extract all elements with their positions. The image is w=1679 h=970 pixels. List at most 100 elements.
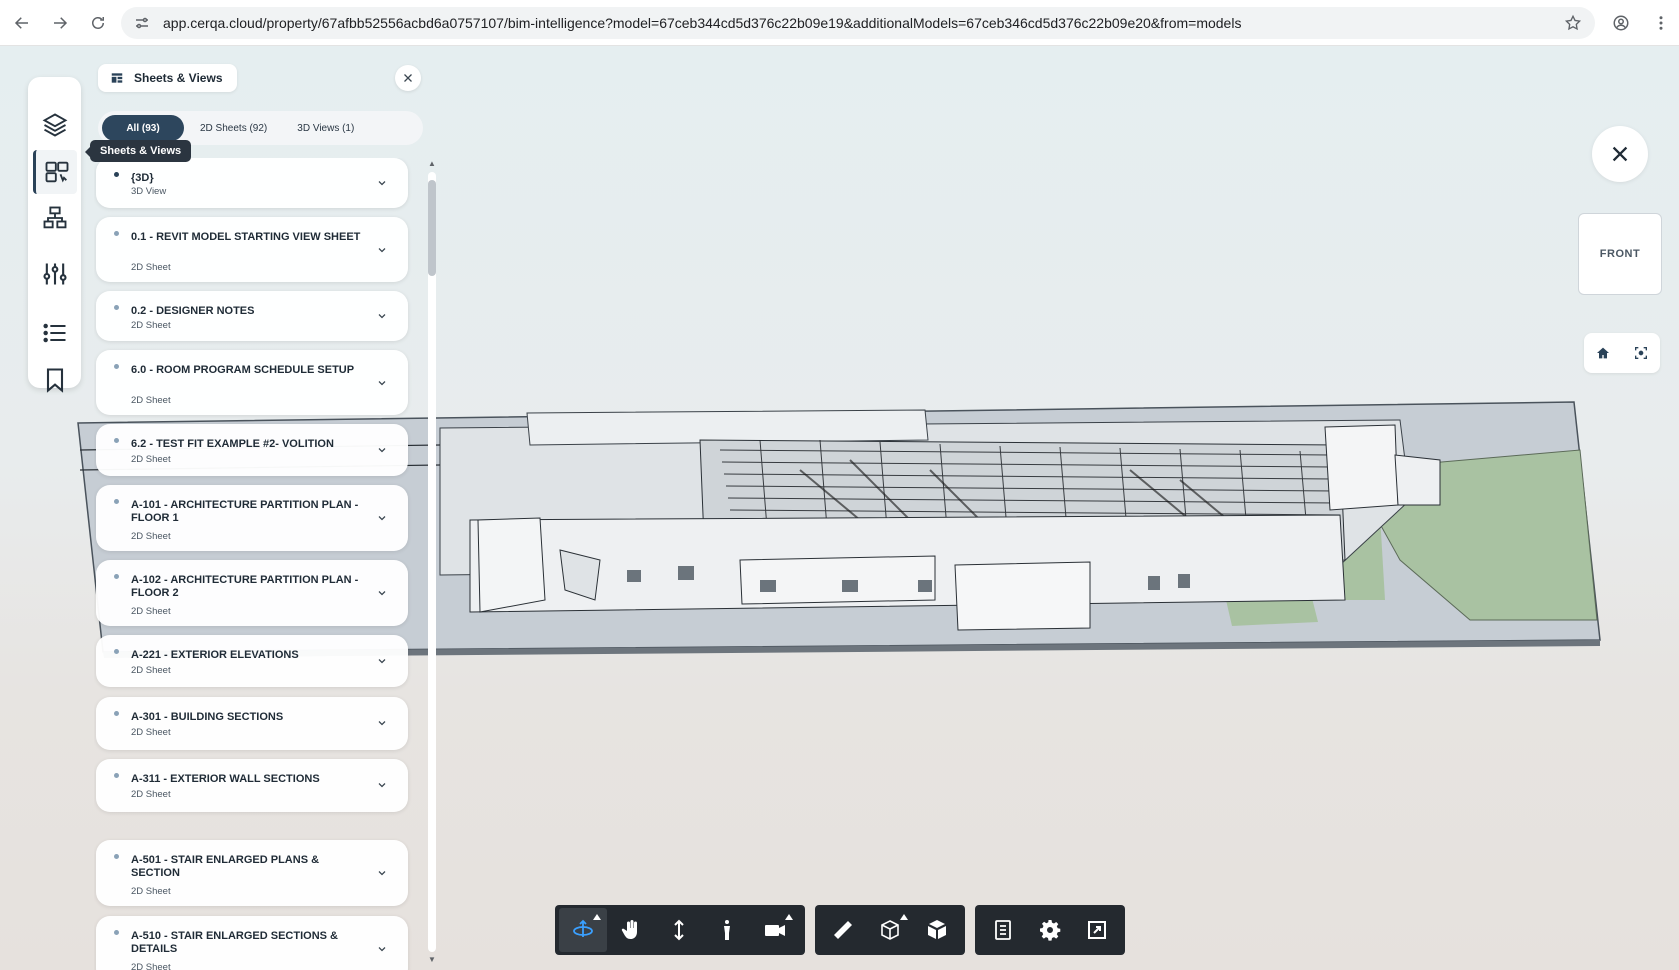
model-browser-button[interactable] (979, 908, 1026, 952)
list-item[interactable]: A-101 - ARCHITECTURE PARTITION PLAN - FL… (96, 485, 408, 551)
list-button[interactable] (33, 311, 77, 355)
fit-to-view-icon[interactable] (1632, 344, 1650, 362)
sliders-icon (43, 263, 67, 285)
explode-cube-icon (928, 920, 947, 939)
chevron-down-icon[interactable] (376, 244, 388, 256)
address-bar[interactable]: app.cerqa.cloud/property/67afbb52556acbd… (121, 7, 1595, 39)
view-cube[interactable]: FRONT (1578, 213, 1662, 295)
explode-button[interactable] (914, 908, 961, 952)
home-icon[interactable] (1594, 344, 1612, 362)
profile-icon[interactable] (1605, 7, 1637, 39)
list-item-title: 6.2 - TEST FIT EXAMPLE #2- VOLITION (131, 438, 334, 450)
scroll-up-icon[interactable]: ▲ (428, 160, 436, 168)
list-item-dot (114, 499, 119, 504)
sheets-list-scrollbar[interactable]: ▲ ▼ (425, 160, 439, 966)
kebab-menu-icon[interactable] (1645, 7, 1677, 39)
scrollbar-track[interactable] (428, 172, 436, 952)
scroll-down-icon[interactable]: ▼ (428, 956, 436, 964)
chevron-down-icon[interactable] (376, 587, 388, 599)
list-item-type: 2D Sheet (131, 962, 171, 970)
camera-icon (765, 925, 785, 936)
model-tree-button[interactable] (33, 196, 77, 240)
close-icon (404, 74, 412, 82)
zoom-vertical-icon (674, 919, 684, 941)
list-item[interactable]: 0.1 - REVIT MODEL STARTING VIEW SHEET 2D… (96, 217, 408, 282)
walk-button[interactable] (703, 908, 751, 952)
bookmark-star-icon[interactable] (1563, 13, 1583, 33)
site-settings-icon[interactable] (133, 14, 151, 32)
list-item[interactable]: A-501 - STAIR ENLARGED PLANS & SECTION 2… (96, 840, 408, 906)
close-viewer-button[interactable] (1592, 126, 1648, 182)
list-item-title: 6.0 - ROOM PROGRAM SCHEDULE SETUP (131, 364, 355, 376)
chevron-down-icon[interactable] (376, 512, 388, 524)
list-item[interactable]: 6.0 - ROOM PROGRAM SCHEDULE SETUP 2D She… (96, 350, 408, 415)
tab-3d-views[interactable]: 3D Views (1) (283, 115, 368, 141)
model-browser-icon (994, 920, 1011, 940)
layers-button[interactable] (33, 103, 77, 147)
settings-tools (975, 905, 1125, 955)
forward-arrow-icon[interactable] (44, 7, 76, 39)
list-item[interactable]: A-301 - BUILDING SECTIONS 2D Sheet (96, 697, 408, 750)
chevron-down-icon[interactable] (376, 717, 388, 729)
list-item-dot (114, 364, 119, 369)
list-item-type: 2D Sheet (131, 606, 171, 617)
chevron-down-icon[interactable] (376, 779, 388, 791)
fullscreen-button[interactable] (1074, 908, 1121, 952)
sheets-views-icon (45, 161, 68, 183)
chevron-down-icon[interactable] (376, 310, 388, 322)
reload-icon[interactable] (82, 7, 114, 39)
panel-close-button[interactable] (395, 65, 421, 91)
orbit-button[interactable] (559, 908, 607, 952)
sheets-views-tooltip: Sheets & Views (84, 140, 192, 162)
list-item-type: 3D View (131, 186, 167, 197)
layers-icon (42, 113, 68, 137)
list-item[interactable]: 6.2 - TEST FIT EXAMPLE #2- VOLITION 2D S… (96, 424, 408, 476)
measure-button[interactable] (819, 908, 866, 952)
left-toolbar (28, 77, 81, 393)
list-item-dot (114, 649, 119, 654)
measure-ruler-icon (833, 921, 852, 939)
list-item[interactable]: 0.2 - DESIGNER NOTES 2D Sheet (96, 291, 408, 341)
panel-title: Sheets & Views (134, 71, 223, 85)
scrollbar-thumb[interactable] (428, 180, 436, 276)
view-cube-face-label[interactable]: FRONT (1600, 248, 1640, 260)
chevron-down-icon[interactable] (376, 444, 388, 456)
list-item-dot (114, 231, 119, 236)
tab-all[interactable]: All (93) (102, 115, 184, 141)
list-item-title: A-301 - BUILDING SECTIONS (131, 711, 284, 723)
section-button[interactable] (866, 908, 913, 952)
list-item-title: A-501 - STAIR ENLARGED PLANS & SECTION (131, 854, 320, 879)
settings-gear-icon (1039, 920, 1061, 941)
pan-button[interactable] (607, 908, 655, 952)
sheets-views-button[interactable] (33, 150, 77, 194)
list-item-title: A-221 - EXTERIOR ELEVATIONS (131, 649, 299, 661)
filters-button[interactable] (33, 252, 77, 296)
list-item[interactable]: A-311 - EXTERIOR WALL SECTIONS 2D Sheet (96, 759, 408, 812)
fullscreen-icon (1088, 921, 1107, 939)
list-item-dot (114, 574, 119, 579)
list-item-title: 0.2 - DESIGNER NOTES (131, 305, 255, 317)
url-text[interactable]: app.cerqa.cloud/property/67afbb52556acbd… (163, 15, 1563, 31)
chevron-down-icon[interactable] (376, 943, 388, 955)
chevron-down-icon[interactable] (376, 655, 388, 667)
settings-button[interactable] (1026, 908, 1073, 952)
tab-2d-sheets[interactable]: 2D Sheets (92) (186, 115, 281, 141)
back-arrow-icon[interactable] (6, 7, 38, 39)
browser-toolbar: app.cerqa.cloud/property/67afbb52556acbd… (0, 0, 1679, 46)
list-item-title: A-311 - EXTERIOR WALL SECTIONS (131, 773, 320, 785)
chevron-down-icon[interactable] (376, 177, 388, 189)
list-item[interactable]: A-510 - STAIR ENLARGED SECTIONS & DETAIL… (96, 916, 408, 970)
zoom-button[interactable] (655, 908, 703, 952)
list-item-type: 2D Sheet (131, 531, 171, 542)
list-item-dot (114, 305, 119, 310)
list-item-dot (114, 773, 119, 778)
bookmarks-button[interactable] (33, 358, 77, 402)
list-item[interactable]: {3D} 3D View (96, 158, 408, 208)
list-item[interactable]: A-102 - ARCHITECTURE PARTITION PLAN - FL… (96, 560, 408, 626)
navigation-tools (555, 905, 805, 955)
list-item[interactable]: A-221 - EXTERIOR ELEVATIONS 2D Sheet (96, 635, 408, 687)
chevron-down-icon[interactable] (376, 377, 388, 389)
camera-button[interactable] (751, 908, 799, 952)
list-item-dot (114, 172, 119, 177)
chevron-down-icon[interactable] (376, 867, 388, 879)
